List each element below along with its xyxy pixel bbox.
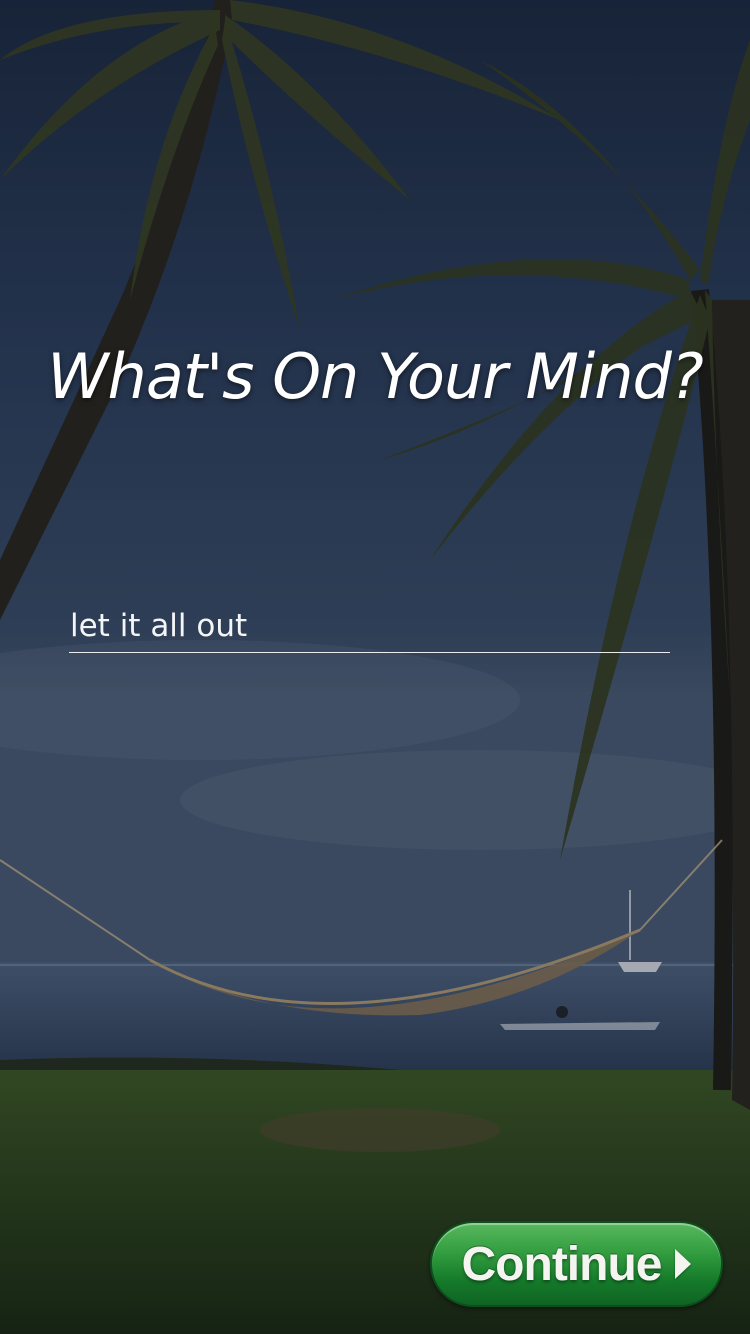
thought-input-container (69, 600, 670, 653)
continue-button[interactable]: Continue (430, 1221, 723, 1307)
beach-background (0, 0, 750, 1334)
page-title: What's On Your Mind? (47, 340, 704, 413)
continue-button-label: Continue (461, 1237, 663, 1291)
chevron-right-icon (675, 1249, 692, 1279)
thought-input[interactable] (69, 600, 670, 652)
